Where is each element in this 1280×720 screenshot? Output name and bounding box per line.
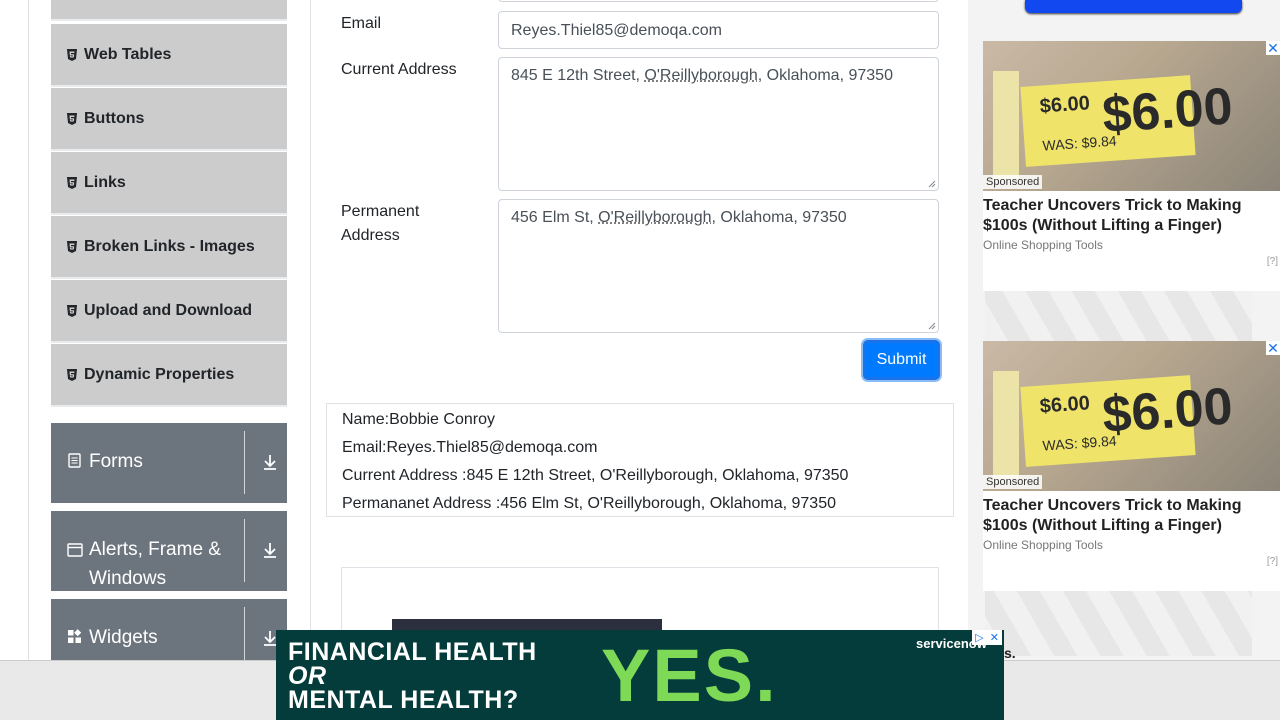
clearance-label bbox=[993, 371, 1019, 481]
sidebar-item-previous[interactable] bbox=[51, 0, 287, 21]
sponsored-label: Sponsored bbox=[983, 475, 1043, 489]
sidebar-item-buttons[interactable]: Buttons bbox=[51, 88, 287, 151]
permanent-address-label-line2: Address bbox=[341, 227, 400, 244]
ad-background-pattern bbox=[985, 291, 1252, 341]
ad-headline[interactable]: Teacher Uncovers Trick to Making $100s (… bbox=[983, 496, 1273, 536]
html5-icon bbox=[67, 176, 77, 189]
clearance-label bbox=[993, 71, 1019, 181]
banner-ad[interactable]: FINANCIAL HEALTH OR MENTAL HEALTH? YES. … bbox=[276, 630, 1004, 720]
permanent-address-textarea[interactable]: 456 Elm St, O'Reillyborough, Oklahoma, 9… bbox=[498, 199, 939, 333]
output-permanent-address: Permananet Address :456 Elm St, O'Reilly… bbox=[342, 495, 836, 512]
download-arrow-icon[interactable] bbox=[262, 453, 278, 471]
output-name: Name:Bobbie Conroy bbox=[342, 411, 495, 428]
sidebar-item-label: Buttons bbox=[84, 109, 145, 127]
sidebar-item-label: Upload and Download bbox=[84, 301, 252, 319]
email-label: Email bbox=[341, 15, 382, 32]
sponsored-ad-card[interactable]: $6.00 $6.00 WAS: $9.84 Sponsored ✕ Teach… bbox=[983, 341, 1280, 591]
current-address-value: 845 E 12th Street, O'Reillyborough, Okla… bbox=[511, 67, 893, 84]
banner-headline: FINANCIAL HEALTH OR MENTAL HEALTH? bbox=[288, 638, 537, 714]
widgets-icon bbox=[67, 629, 82, 644]
sidebar-item-label: Broken Links - Images bbox=[84, 237, 255, 255]
form-icon bbox=[67, 453, 82, 468]
group-label-line2: Windows bbox=[89, 568, 167, 589]
html5-icon bbox=[67, 368, 77, 381]
sidebar-item-label: Dynamic Properties bbox=[84, 365, 235, 383]
ad-headline[interactable]: Teacher Uncovers Trick to Making $100s (… bbox=[983, 196, 1273, 236]
permanent-address-value: 456 Elm St, O'Reillyborough, Oklahoma, 9… bbox=[511, 209, 847, 226]
download-arrow-icon[interactable] bbox=[262, 541, 278, 559]
html5-icon bbox=[67, 48, 77, 61]
current-address-label: Current Address bbox=[341, 61, 457, 78]
sponsored-label: Sponsored bbox=[983, 175, 1043, 189]
divider bbox=[244, 519, 245, 582]
adchoices-icon[interactable]: [?] bbox=[1267, 256, 1278, 267]
price-tag: $6.00 $6.00 WAS: $9.84 bbox=[1020, 75, 1234, 167]
html5-icon bbox=[67, 304, 77, 317]
adchoices-icon[interactable]: [?] bbox=[1267, 556, 1278, 567]
sidebar-item-label: Web Tables bbox=[84, 45, 172, 63]
clipped-text: s. bbox=[1004, 645, 1016, 661]
sidebar-item-upload-download[interactable]: Upload and Download bbox=[51, 280, 287, 343]
email-value: Reyes.Thiel85@demoqa.com bbox=[511, 22, 723, 39]
html5-icon bbox=[67, 112, 77, 125]
close-icon[interactable]: ✕ bbox=[1266, 41, 1280, 55]
sidebar-item-links[interactable]: Links bbox=[51, 152, 287, 215]
group-label: Forms bbox=[89, 451, 143, 472]
resize-handle-icon[interactable] bbox=[928, 180, 936, 188]
left-panel: Web Tables Buttons Links Broken Links - … bbox=[28, 0, 311, 720]
sidebar-group-forms[interactable]: Forms bbox=[51, 423, 287, 503]
current-address-textarea[interactable]: 845 E 12th Street, O'Reillyborough, Okla… bbox=[498, 57, 939, 191]
output-email: Email:Reyes.Thiel85@demoqa.com bbox=[342, 439, 598, 456]
sidebar-item-dynamic-properties[interactable]: Dynamic Properties bbox=[51, 344, 287, 407]
ad-image[interactable]: $6.00 $6.00 WAS: $9.84 bbox=[983, 341, 1280, 491]
close-icon[interactable]: ✕ bbox=[1266, 341, 1280, 355]
output-current-address: Current Address :845 E 12th Street, O'Re… bbox=[342, 467, 849, 484]
ad-source[interactable]: Online Shopping Tools bbox=[983, 238, 1103, 252]
email-field[interactable]: Reyes.Thiel85@demoqa.com bbox=[498, 11, 939, 49]
sponsored-ad-card[interactable]: $6.00 $6.00 WAS: $9.84 Sponsored ✕ Teach… bbox=[983, 41, 1280, 291]
sidebar-item-label: Links bbox=[84, 173, 126, 191]
ad-close-controls[interactable]: ▷ ✕ bbox=[972, 630, 1002, 645]
adchoices-icon[interactable]: ▷ bbox=[975, 631, 983, 644]
window-icon bbox=[67, 543, 83, 558]
ad-background-pattern bbox=[985, 591, 1252, 656]
ad-source[interactable]: Online Shopping Tools bbox=[983, 538, 1103, 552]
permanent-address-label: Permanent bbox=[341, 203, 420, 220]
banner-yes: YES. bbox=[601, 634, 778, 717]
output-panel: Name:Bobbie Conroy Email:Reyes.Thiel85@d… bbox=[326, 403, 954, 517]
group-label: Widgets bbox=[89, 627, 158, 648]
divider bbox=[244, 431, 245, 494]
sidebar-item-web-tables[interactable]: Web Tables bbox=[51, 24, 287, 87]
close-icon[interactable]: ✕ bbox=[990, 631, 999, 644]
price-tag: $6.00 $6.00 WAS: $9.84 bbox=[1020, 375, 1234, 467]
full-name-field[interactable] bbox=[498, 0, 939, 2]
sidebar-group-alerts-frame-windows[interactable]: Alerts, Frame & Windows bbox=[51, 511, 287, 591]
ad-image[interactable]: $6.00 $6.00 WAS: $9.84 bbox=[983, 41, 1280, 191]
html5-icon bbox=[67, 240, 77, 253]
group-label: Alerts, Frame & bbox=[89, 539, 221, 560]
ad-button[interactable] bbox=[1025, 0, 1242, 13]
sidebar-item-broken-links[interactable]: Broken Links - Images bbox=[51, 216, 287, 279]
resize-handle-icon[interactable] bbox=[928, 322, 936, 330]
submit-button[interactable]: Submit bbox=[863, 340, 940, 380]
